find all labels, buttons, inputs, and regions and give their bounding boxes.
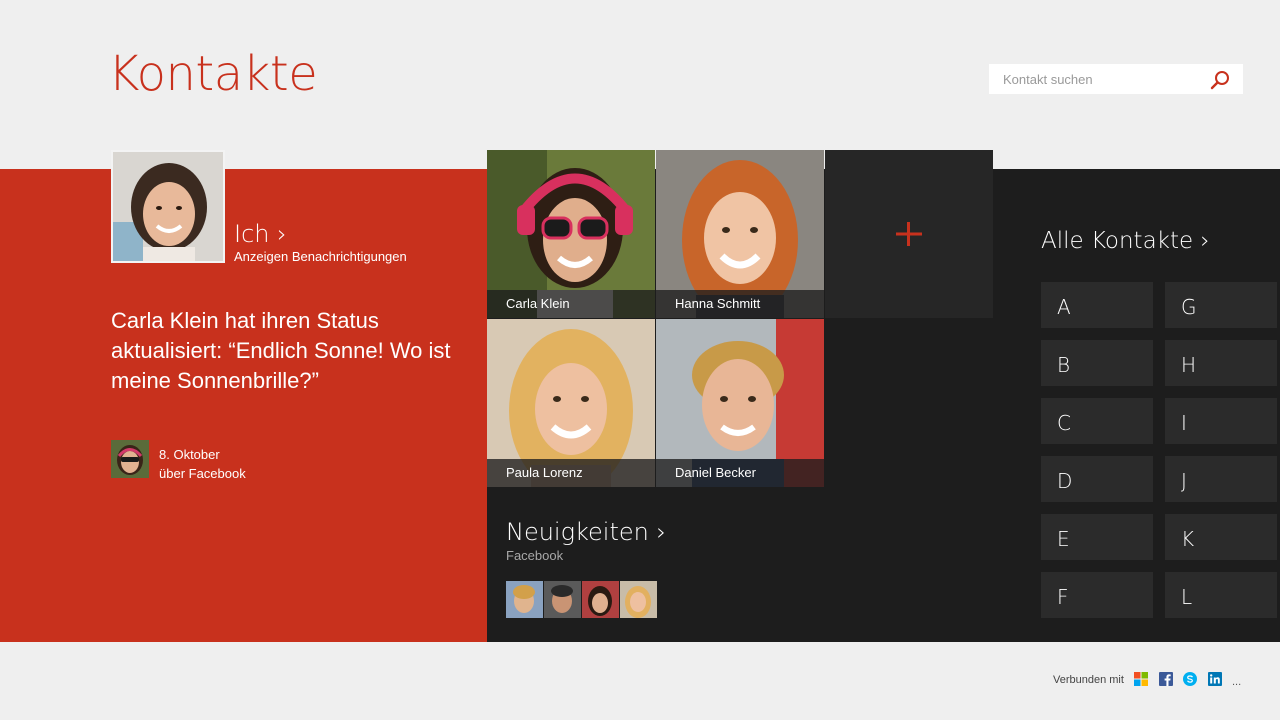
all-contacts-link[interactable]: Alle Kontakte › <box>1041 228 1210 254</box>
status-avatar[interactable] <box>111 440 149 478</box>
favorite-tile-carla[interactable]: Carla Klein <box>487 150 655 318</box>
letter-tile-i[interactable]: I <box>1165 398 1277 444</box>
me-avatar[interactable] <box>111 150 225 263</box>
linkedin-icon[interactable] <box>1208 672 1222 686</box>
notifications-link[interactable]: Anzeigen Benachrichtigungen <box>234 249 407 264</box>
letter-tile-f[interactable]: F <box>1041 572 1153 618</box>
page-title: Kontakte <box>108 46 318 102</box>
search-icon[interactable] <box>1209 69 1231 91</box>
facebook-icon[interactable] <box>1159 672 1173 686</box>
letter-tile-d[interactable]: D <box>1041 456 1153 502</box>
news-thumb[interactable] <box>582 581 619 618</box>
letter-tile-g[interactable]: G <box>1165 282 1277 328</box>
news-thumbnails[interactable] <box>506 581 657 618</box>
news-source: Facebook <box>506 548 564 563</box>
windows-icon[interactable] <box>1134 672 1148 686</box>
letter-tile-e[interactable]: E <box>1041 514 1153 560</box>
more-button[interactable]: ... <box>1232 676 1241 688</box>
news-link[interactable]: Neuigkeiten › <box>506 518 666 546</box>
status-date: 8. Oktober <box>159 447 220 462</box>
news-thumb[interactable] <box>544 581 581 618</box>
search-box[interactable] <box>989 64 1243 94</box>
news-thumb[interactable] <box>620 581 657 618</box>
favorite-name: Hanna Schmitt <box>656 290 824 318</box>
add-contact-icon <box>896 222 922 246</box>
favorite-name: Paula Lorenz <box>487 459 655 487</box>
letter-tile-j[interactable]: J <box>1165 456 1277 502</box>
letter-tile-a[interactable]: A <box>1041 282 1153 328</box>
status-update[interactable]: Carla Klein hat ihren Status aktualisier… <box>111 306 451 396</box>
letter-tile-l[interactable]: L <box>1165 572 1277 618</box>
favorite-tile-paula[interactable]: Paula Lorenz <box>487 319 655 487</box>
letter-tile-k[interactable]: K <box>1165 514 1277 560</box>
letter-tile-h[interactable]: H <box>1165 340 1277 386</box>
favorite-tile-hanna[interactable]: Hanna Schmitt <box>656 150 824 318</box>
status-source: über Facebook <box>159 466 246 481</box>
me-link[interactable]: Ich › <box>234 220 287 248</box>
letter-tile-b[interactable]: B <box>1041 340 1153 386</box>
connected-label: Verbunden mit <box>1053 674 1124 686</box>
letter-tile-c[interactable]: C <box>1041 398 1153 444</box>
skype-icon[interactable] <box>1183 672 1197 686</box>
favorite-tile-daniel[interactable]: Daniel Becker <box>656 319 824 487</box>
favorite-name: Carla Klein <box>487 290 655 318</box>
favorite-name: Daniel Becker <box>656 459 824 487</box>
news-thumb[interactable] <box>506 581 543 618</box>
search-input[interactable] <box>1003 71 1203 87</box>
add-contact-button[interactable] <box>825 150 993 318</box>
